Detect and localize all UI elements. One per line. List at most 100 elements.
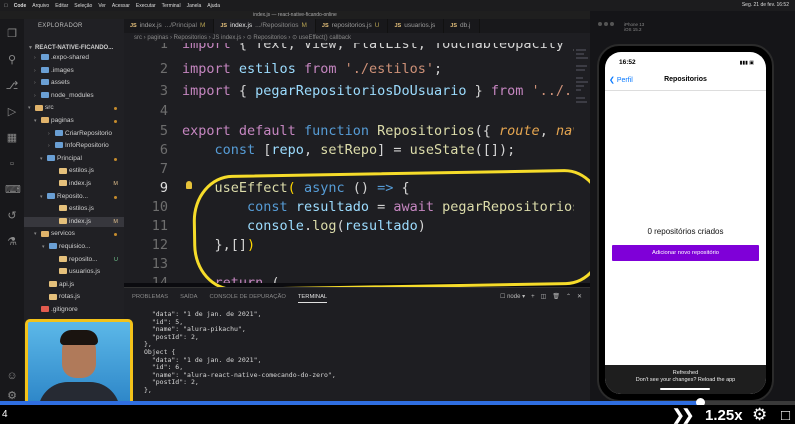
tree-item[interactable]: index.js M	[24, 216, 124, 227]
tree-item[interactable]: reposito... U	[24, 255, 124, 265]
tree-item-label: servicos	[51, 230, 75, 238]
tab-problems[interactable]: PROBLEMAS	[132, 291, 168, 303]
search-icon[interactable]: ⚲	[5, 53, 19, 67]
menu-item[interactable]: Executar	[136, 3, 156, 9]
tree-item[interactable]: › InfoRepositorio	[24, 141, 124, 151]
add-repo-button[interactable]: Adicionar novo repositório	[612, 245, 759, 261]
line-number: 10	[151, 199, 168, 215]
line-number: 3	[159, 83, 168, 99]
screen-root:  Code Arquivo Editar Seleção Ver Acessa…	[0, 0, 795, 424]
breadcrumb[interactable]: src › paginas › Repositorios › JS index.…	[124, 33, 590, 43]
extensions-icon[interactable]: ▦	[5, 131, 19, 145]
window-controls[interactable]	[598, 22, 616, 27]
menu-item[interactable]: Janela	[187, 3, 202, 9]
code-line: import estilos from './estilos';	[182, 61, 443, 77]
terminal-line: "data": "1 de jan. de 2021",	[144, 310, 262, 318]
close-icon[interactable]: ✕	[577, 291, 582, 303]
menu-item[interactable]: Seleção	[74, 3, 92, 9]
tab-terminal[interactable]: TERMINAL	[297, 291, 328, 303]
add-terminal-icon[interactable]: +	[531, 291, 535, 303]
source-control-icon[interactable]: ⎇	[5, 79, 19, 93]
run-debug-icon[interactable]: ▷	[5, 105, 19, 119]
git-status-badge: M	[113, 181, 118, 187]
maximize-icon[interactable]: ⌃	[566, 291, 571, 303]
back-label: Perfil	[616, 77, 633, 84]
tree-item[interactable]: › .expo-shared	[24, 53, 124, 63]
project-name: REACT-NATIVE-FICANDO...	[35, 45, 114, 51]
trash-icon[interactable]: 🗑	[552, 291, 560, 303]
tree-item[interactable]: ▾ Principal	[24, 154, 124, 164]
file-icon	[47, 192, 55, 199]
tree-item-label: usuarios.js	[69, 268, 101, 276]
js-file-icon: JS	[394, 23, 402, 29]
terminal-line: },	[144, 340, 152, 349]
menu-item[interactable]: Ver	[98, 3, 106, 9]
tree-item-label: rotas.js	[59, 293, 80, 301]
fullscreen-icon[interactable]: □	[781, 407, 795, 424]
tree-item[interactable]: estilos.js	[24, 204, 124, 214]
simulator-os: iOS 15.2	[624, 27, 642, 32]
menu-item[interactable]: Editar	[55, 3, 68, 9]
tree-item[interactable]: index.js M	[24, 179, 124, 189]
lightbulb-icon[interactable]	[186, 181, 192, 189]
menu-item[interactable]: Ajuda	[207, 3, 220, 9]
tree-item[interactable]: rotas.js	[24, 292, 124, 302]
editor-tab[interactable]: JS db.j	[444, 19, 480, 33]
explorer-icon[interactable]: ❐	[5, 27, 19, 41]
tree-item[interactable]: ▾ src	[24, 103, 124, 113]
editor-tab[interactable]: JS index.js .../Principal M	[124, 19, 215, 33]
tree-item[interactable]: api.js	[24, 280, 124, 290]
file-icon	[55, 129, 63, 136]
line-number: 6	[159, 142, 168, 158]
repo-count: 0 repositórios criados	[647, 227, 724, 236]
modified-dot	[114, 233, 117, 237]
file-icon	[47, 155, 55, 162]
tree-item[interactable]: › .images	[24, 66, 124, 76]
tree-item[interactable]: › CriarRepositorio	[24, 129, 124, 139]
tree-item[interactable]: › node_modules	[24, 91, 124, 101]
chevron-icon: ›	[48, 143, 50, 150]
playback-speed[interactable]: 1.25x	[705, 407, 743, 424]
tree-item[interactable]: .gitignore	[24, 305, 124, 315]
gear-icon[interactable]: ⚙	[752, 405, 767, 424]
testing-icon[interactable]: ⚗	[5, 235, 19, 249]
tree-item[interactable]: ▾ paginas	[24, 116, 124, 126]
editor-tab[interactable]: JS usuarios.js	[388, 19, 445, 33]
modified-dot	[114, 120, 117, 123]
apple-icon[interactable]: 	[4, 3, 8, 9]
tree-item-label: CriarRepositorio	[65, 129, 112, 137]
terminal-select[interactable]: ☐ node ▾	[500, 291, 525, 303]
tree-item[interactable]: estilos.js	[24, 166, 124, 176]
git-status-badge: M	[113, 218, 118, 225]
docker-icon[interactable]: ⌨	[5, 183, 21, 197]
split-terminal-icon[interactable]: ◫	[541, 291, 547, 303]
tab-output[interactable]: SAÍDA	[180, 291, 197, 303]
project-root[interactable]: ▼ REACT-NATIVE-FICANDO...	[24, 43, 124, 53]
editor-tabs: JS index.js .../Principal M JS index.js .../Re…	[124, 19, 590, 33]
tree-item-label: InfoRepositorio	[65, 142, 109, 150]
window-title: index.js — react-native-ficando-online	[0, 11, 590, 19]
tree-item[interactable]: › assets	[24, 78, 124, 88]
tree-item[interactable]: ▾ servicos	[24, 229, 124, 239]
js-file-icon: JS	[220, 23, 228, 29]
editor-tab[interactable]: JS repositorios.js U	[316, 19, 389, 33]
menu-item[interactable]: Acessar	[112, 3, 130, 9]
menu-item[interactable]: Code	[14, 3, 27, 9]
tree-item-label: api.js	[59, 280, 75, 288]
file-icon	[59, 205, 67, 212]
tree-item[interactable]: ▾ requisico...	[24, 242, 124, 252]
editor-tab[interactable]: JS index.js .../Repositorios M	[214, 19, 316, 33]
terminal-output[interactable]: "data": "1 de jan. de 2021", "id": 5, "n…	[144, 310, 584, 395]
menu-item[interactable]: Terminal	[162, 3, 181, 9]
tab-debug-console[interactable]: CONSOLE DE DEPURAÇÃO	[210, 291, 286, 303]
remote-explorer-icon[interactable]: ▫	[5, 157, 19, 171]
tree-item[interactable]: usuarios.js	[24, 267, 124, 277]
account-icon[interactable]: ☺	[5, 369, 19, 383]
clock[interactable]: Seg. 21 de fev. 16:52	[742, 2, 789, 8]
tab-label: usuarios.js	[404, 22, 436, 29]
fast-forward-icon[interactable]: ❯❯	[672, 406, 694, 424]
tree-item[interactable]: ▾ Reposito...	[24, 192, 124, 202]
back-button[interactable]: ❮ Perfil	[609, 76, 633, 84]
menu-item[interactable]: Arquivo	[32, 3, 49, 9]
live-share-icon[interactable]: ↺	[5, 209, 19, 223]
